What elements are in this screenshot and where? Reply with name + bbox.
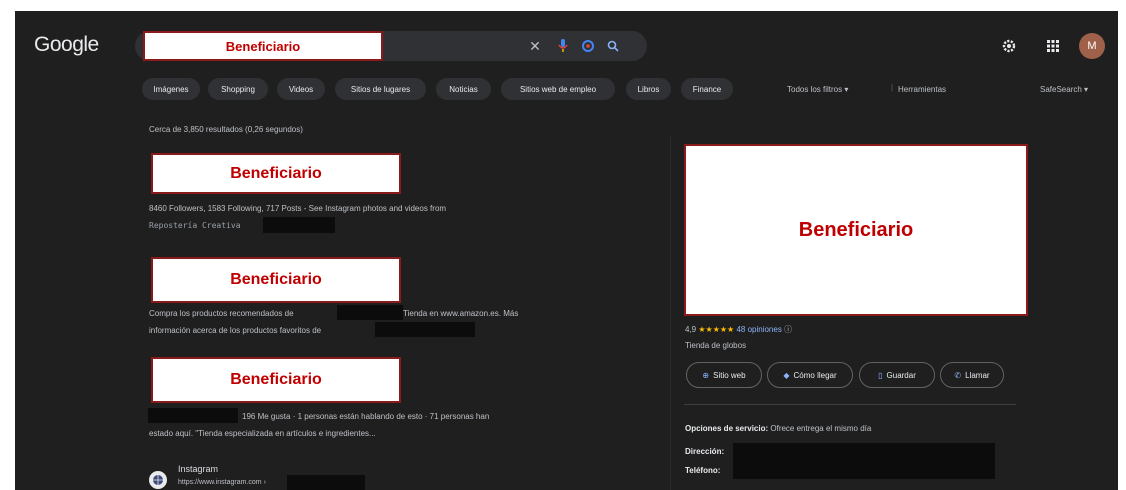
result-snippet-2a: Compra los productos recomendados de	[149, 309, 294, 318]
redaction-bar	[263, 217, 335, 233]
all-filters-label: Todos los filtros	[787, 85, 843, 94]
site-url[interactable]: https://www.instagram.com ›	[178, 479, 266, 486]
business-category: Tienda de globos	[685, 341, 747, 350]
info-icon[interactable]: ⓘ	[784, 325, 792, 334]
result-snippet-2b: Tienda en www.amazon.es. Más	[403, 309, 519, 318]
website-button[interactable]: ⊕ Sitio web	[686, 362, 762, 388]
result-title-2[interactable]: Beneficiario	[151, 257, 401, 303]
chip-shopping[interactable]: Shopping	[208, 78, 268, 100]
all-filters-button[interactable]: Todos los filtros ▾	[787, 85, 848, 94]
search-bar[interactable]: Beneficiario ✕	[135, 31, 647, 61]
result-snippet-3b: estado aquí. "Tienda especializada en ar…	[149, 429, 376, 438]
directions-button-label: Cómo llegar	[793, 370, 837, 380]
result-snippet-3a: 196 Me gusta · 1 personas están hablando…	[242, 412, 490, 421]
chip-news[interactable]: Noticias	[436, 78, 491, 100]
divider	[684, 404, 1016, 405]
address-label: Dirección:	[685, 447, 725, 456]
bookmark-icon: ▯	[878, 370, 883, 380]
panel-title: Beneficiario	[684, 144, 1028, 316]
search-input[interactable]: Beneficiario	[143, 31, 383, 61]
redaction-bar	[148, 408, 238, 423]
result-snippet-1b: Repostería Creativa	[149, 221, 241, 230]
redaction-bar	[337, 305, 403, 320]
save-button[interactable]: ▯ Guardar	[859, 362, 935, 388]
apps-icon[interactable]	[1043, 31, 1063, 61]
chip-books[interactable]: Libros	[626, 78, 671, 100]
reviews-link[interactable]: 48 opiniones	[736, 325, 781, 334]
chip-videos[interactable]: Videos	[277, 78, 325, 100]
redaction-bar	[733, 443, 995, 479]
service-value: Ofrece entrega el mismo día	[770, 424, 872, 433]
avatar[interactable]: M	[1079, 33, 1105, 59]
tools-button[interactable]: Herramientas	[898, 85, 946, 94]
safesearch-label: SafeSearch	[1040, 85, 1082, 94]
redaction-bar	[287, 475, 365, 490]
globe-icon	[149, 471, 167, 489]
phone-icon: ✆	[954, 370, 962, 380]
website-button-label: Sitio web	[713, 370, 746, 380]
google-logo[interactable]: Google	[34, 33, 99, 57]
chip-finance[interactable]: Finance	[681, 78, 733, 100]
result-title-1[interactable]: Beneficiario	[151, 153, 401, 194]
lens-icon[interactable]	[578, 31, 598, 61]
directions-button[interactable]: ◆ Cómo llegar	[767, 362, 853, 388]
phone-label: Teléfono:	[685, 466, 721, 475]
result-stats: Cerca de 3,850 resultados (0,26 segundos…	[149, 125, 303, 134]
google-results-screen: Google Beneficiario ✕ M Imágenes Shoppin…	[15, 11, 1118, 490]
chevron-down-icon: ▾	[1084, 85, 1089, 94]
chevron-down-icon: ▾	[844, 85, 849, 94]
rating-value: 4,9	[685, 325, 697, 334]
call-button[interactable]: ✆ Llamar	[940, 362, 1004, 388]
chip-jobs[interactable]: Sitios web de empleo	[501, 78, 615, 100]
rating-row: 4,9 ★★★★★ 48 opiniones ⓘ	[685, 324, 792, 335]
divider-bar: |	[891, 83, 894, 92]
save-button-label: Guardar	[886, 370, 916, 380]
mic-icon[interactable]	[553, 31, 573, 61]
globe-icon: ⊕	[702, 370, 710, 380]
search-icon[interactable]	[603, 31, 623, 61]
call-button-label: Llamar	[965, 370, 990, 380]
clear-icon[interactable]: ✕	[525, 31, 545, 61]
directions-icon: ◆	[783, 370, 790, 380]
site-name[interactable]: Instagram	[178, 464, 218, 474]
result-title-3[interactable]: Beneficiario	[151, 357, 401, 403]
service-label: Opciones de servicio:	[685, 424, 769, 433]
settings-icon[interactable]	[999, 31, 1019, 61]
safesearch-button[interactable]: SafeSearch ▾	[1040, 85, 1088, 94]
service-options: Opciones de servicio: Ofrece entrega el …	[685, 424, 871, 433]
stars-icon: ★★★★★	[698, 325, 735, 334]
chip-places[interactable]: Sitios de lugares	[335, 78, 426, 100]
result-snippet-2c: información acerca de los productos favo…	[149, 326, 322, 335]
redaction-bar	[375, 322, 475, 337]
chip-images[interactable]: Imágenes	[142, 78, 200, 100]
result-snippet-1a: 8460 Followers, 1583 Following, 717 Post…	[149, 204, 447, 213]
